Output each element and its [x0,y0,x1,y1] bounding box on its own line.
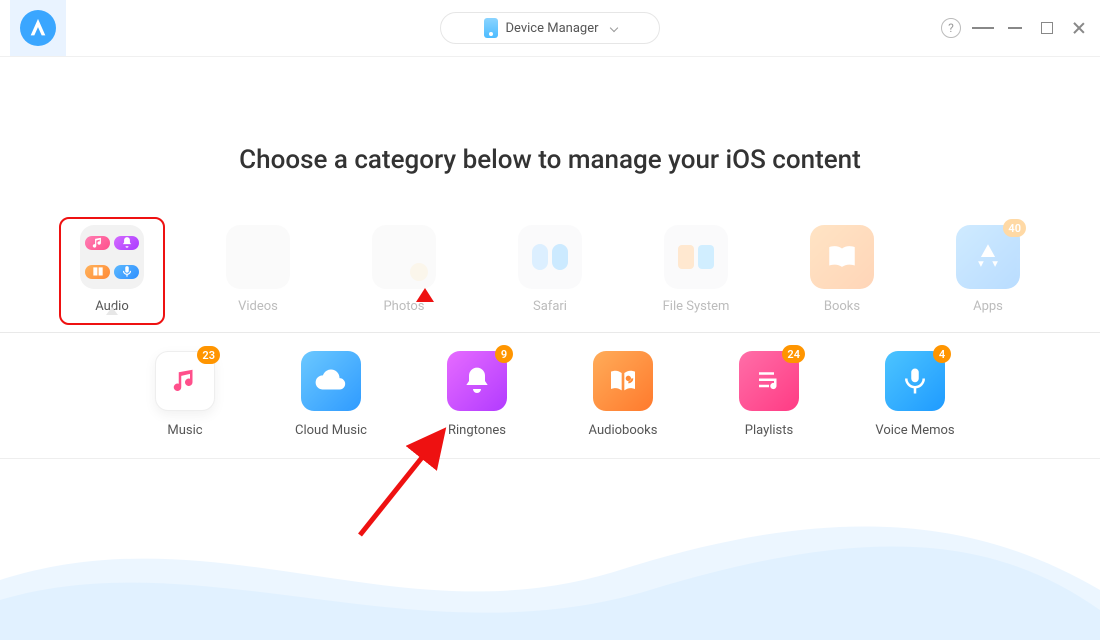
device-dropdown-label: Device Manager [506,21,599,36]
page-title: Choose a category below to manage your i… [0,145,1100,175]
app-logo-circle [20,10,56,46]
minimize-button[interactable] [1004,17,1026,39]
sub-label: Cloud Music [295,423,367,438]
category-row: Audio Videos Photos Safari [0,225,1100,332]
category-filesystem-tile [664,225,728,289]
count-badge: 4 [933,345,951,363]
category-books[interactable]: Books [797,225,887,314]
doc-icon [698,245,714,269]
title-bar: Device Manager ? [0,0,1100,56]
category-label: File System [663,299,730,314]
phone-icon [484,18,498,38]
maximize-button[interactable] [1036,17,1058,39]
minimize-icon [1008,27,1022,29]
sub-playlists-tile: 24 [739,351,799,411]
pill-icon [552,244,568,270]
count-badge: 9 [495,345,513,363]
bell-icon [461,365,493,397]
music-note-icon [170,366,200,396]
category-safari[interactable]: Safari [505,225,595,314]
cloud-icon [314,364,348,398]
category-apps-tile: 40 [956,225,1020,289]
music-note-icon [85,236,110,250]
appstore-icon [971,240,1005,274]
subcategory-row: 23 Music Cloud Music 9 Ringtones Audiobo… [0,351,1100,438]
category-label: Videos [238,299,278,314]
category-label: Books [824,299,860,314]
category-photos-tile [372,225,436,289]
sub-music[interactable]: 23 Music [140,351,230,438]
maximize-icon [1041,22,1053,34]
sub-audiobooks[interactable]: Audiobooks [578,351,668,438]
background-waves [0,500,1100,640]
sub-label: Voice Memos [875,423,954,438]
sub-cloud-tile [301,351,361,411]
device-dropdown[interactable]: Device Manager [440,12,660,44]
divider [0,56,1100,57]
audiobook-icon [85,265,110,279]
chevron-down-icon [609,24,617,32]
sub-music-tile: 23 [155,351,215,411]
sub-voice-memos[interactable]: 4 Voice Memos [870,351,960,438]
category-safari-tile [518,225,582,289]
app-logo [10,0,66,56]
close-icon [1072,21,1086,35]
microphone-icon [114,265,139,279]
menu-button[interactable] [972,17,994,39]
sub-voice-tile: 4 [885,351,945,411]
flower-icon [406,263,431,281]
sub-label: Music [167,423,202,438]
subcategory-band: 23 Music Cloud Music 9 Ringtones Audiobo… [0,332,1100,459]
help-button[interactable]: ? [940,17,962,39]
category-books-tile [810,225,874,289]
category-audio-tile [80,225,144,289]
count-badge: 24 [782,345,805,363]
category-label: Apps [973,299,1003,314]
sub-ringtones[interactable]: 9 Ringtones [432,351,522,438]
question-icon: ? [941,18,961,38]
sub-label: Playlists [745,423,793,438]
sub-label: Audiobooks [589,423,658,438]
sub-audiobooks-tile [593,351,653,411]
category-apps[interactable]: 40 Apps [943,225,1033,314]
connector-caret [106,307,118,315]
close-button[interactable] [1068,17,1090,39]
category-audio[interactable]: Audio [67,225,157,314]
playlist-icon [754,366,784,396]
category-photos[interactable]: Photos [359,225,449,314]
book-open-icon [825,240,859,274]
annotation-caret [416,288,434,302]
audiobook-icon [607,365,639,397]
sub-ringtones-tile: 9 [447,351,507,411]
sub-playlists[interactable]: 24 Playlists [724,351,814,438]
category-videos[interactable]: Videos [213,225,303,314]
pill-icon [532,244,548,270]
category-label: Safari [533,299,567,314]
count-badge: 40 [1003,219,1026,237]
logo-a-icon [27,17,49,39]
count-badge: 23 [197,346,220,364]
window-controls: ? [940,17,1090,39]
bell-icon [114,236,139,250]
doc-icon [678,245,694,269]
sub-cloud-music[interactable]: Cloud Music [286,351,376,438]
sub-label: Ringtones [448,423,506,438]
microphone-icon [900,366,930,396]
category-videos-tile [226,225,290,289]
category-filesystem[interactable]: File System [651,225,741,314]
